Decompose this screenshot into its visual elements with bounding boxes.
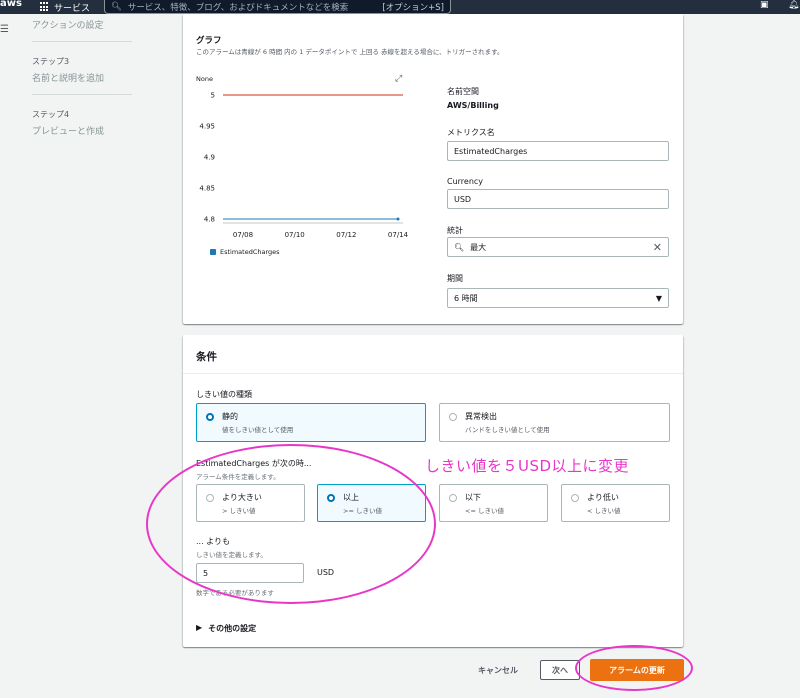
caret-right-icon: ▶: [196, 623, 203, 632]
search-input[interactable]: 🔍︎ サービス、特徴、ブログ、およびドキュメントなどを検索 [オプション+S]: [104, 0, 451, 14]
threshold-type-anomaly[interactable]: 異常検出 バンドをしきい値として使用: [439, 403, 670, 442]
x-tick-label: 07/12: [336, 231, 356, 239]
metric-name-label: メトリクス名: [447, 128, 495, 137]
metric-panel: グラフ このアラームは青線が 6 時間 内の 1 データポイントで 上回る 赤線…: [183, 14, 683, 324]
metric-name-value: EstimatedCharges: [454, 146, 528, 156]
top-nav: aws サービス 🔍︎ サービス、特徴、ブログ、およびドキュメントなどを検索 […: [0, 0, 800, 14]
section-divider: [183, 373, 683, 374]
period-select[interactable]: 6 時間 ▼: [447, 288, 669, 308]
threshold-type-static[interactable]: 静的 値をしきい値として使用: [196, 403, 426, 442]
anomaly-sub: バンドをしきい値として使用: [465, 426, 550, 434]
static-sub: 値をしきい値として使用: [222, 426, 294, 434]
condition-lt[interactable]: より低い < しきい値: [561, 484, 670, 522]
graph-description: このアラームは青線が 6 時間 内の 1 データポイントで 上回る 赤線を超える…: [196, 48, 504, 56]
series-point: [396, 217, 400, 221]
currency-input[interactable]: USD: [447, 189, 669, 209]
legend-swatch: [210, 249, 216, 255]
currency-value: USD: [454, 194, 472, 204]
search-shortcut-hint: [オプション+S]: [382, 2, 444, 13]
grid-icon: [40, 2, 50, 12]
metric-chart: None 5 4.95 4.9 4.85 4.8 07/08 07/10 07/12 07/14: [196, 75, 409, 239]
statistic-select[interactable]: 🔍︎ 最大 ✕: [447, 237, 669, 257]
currency-label: Currency: [447, 177, 484, 186]
metric-name-input[interactable]: EstimatedCharges: [447, 141, 669, 161]
namespace-label: 名前空間: [447, 87, 479, 96]
period-value: 6 時間: [454, 293, 478, 303]
legend-label: EstimatedCharges: [220, 248, 280, 256]
x-tick-label: 07/14: [388, 231, 409, 239]
menu-icon[interactable]: ☰: [0, 24, 9, 35]
lte-sub: <= しきい値: [465, 507, 504, 515]
radio-lte[interactable]: [449, 494, 457, 502]
step3-title: ステップ3: [32, 57, 70, 66]
conditions-title: 条件: [196, 351, 217, 363]
step2-link[interactable]: アクションの設定: [32, 18, 152, 31]
step4-link[interactable]: プレビューと作成: [32, 124, 152, 137]
radio-static[interactable]: [206, 413, 214, 421]
wizard-steps: アクションの設定 ステップ3 名前と説明を追加 ステップ4 プレビューと作成: [32, 14, 152, 137]
y-tick-label: 4.85: [199, 185, 215, 193]
threshold-type-label: しきい値の種類: [196, 390, 252, 399]
other-settings-label: その他の設定: [208, 624, 257, 633]
step-divider: [32, 94, 132, 95]
period-label: 期間: [447, 274, 463, 283]
namespace-value: AWS/Billing: [447, 101, 499, 110]
cancel-button[interactable]: キャンセル: [468, 660, 528, 680]
graph-title: グラフ: [196, 36, 222, 46]
y-tick-label: 5: [211, 92, 215, 100]
y-tick-label: 4.8: [204, 216, 215, 224]
cloudshell-icon[interactable]: ▣: [760, 0, 772, 12]
y-unit-label: None: [196, 75, 213, 83]
anomaly-label: 異常検出: [465, 412, 497, 421]
annotation-oval-conditions: [146, 444, 436, 604]
step3-link[interactable]: 名前と説明を追加: [32, 71, 152, 84]
y-tick-label: 4.9: [204, 154, 215, 162]
lt-label: より低い: [587, 493, 619, 502]
bell-icon[interactable]: 🔔︎: [788, 0, 799, 10]
lte-label: 以下: [465, 493, 481, 502]
annotation-text: しきい値を５USD以上に変更: [425, 457, 630, 475]
search-icon: 🔍︎: [111, 1, 122, 12]
condition-lte[interactable]: 以下 <= しきい値: [439, 484, 548, 522]
statistic-value: 最大: [470, 242, 487, 252]
lt-sub: < しきい値: [587, 507, 621, 515]
services-menu[interactable]: サービス: [40, 0, 90, 14]
aws-logo[interactable]: aws: [0, 0, 22, 9]
statistic-label: 統計: [447, 226, 463, 235]
radio-lt[interactable]: [571, 494, 579, 502]
step-divider: [32, 41, 132, 42]
services-label: サービス: [54, 3, 91, 14]
x-tick-label: 07/08: [233, 231, 253, 239]
search-icon: 🔍︎: [454, 242, 465, 252]
chart-legend: EstimatedCharges: [210, 248, 280, 256]
static-label: 静的: [222, 412, 238, 421]
step4-title: ステップ4: [32, 110, 70, 119]
expand-icon[interactable]: ⤢: [395, 74, 402, 84]
y-tick-label: 4.95: [199, 123, 215, 131]
x-tick-label: 07/10: [285, 231, 305, 239]
search-placeholder: サービス、特徴、ブログ、およびドキュメントなどを検索: [127, 2, 349, 13]
clear-icon[interactable]: ✕: [653, 241, 662, 254]
radio-anomaly[interactable]: [449, 413, 457, 421]
other-settings-toggle[interactable]: ▶ その他の設定: [196, 623, 256, 634]
caret-down-icon: ▼: [655, 293, 662, 303]
next-button[interactable]: 次へ: [540, 660, 580, 680]
annotation-oval-update: [575, 645, 693, 691]
